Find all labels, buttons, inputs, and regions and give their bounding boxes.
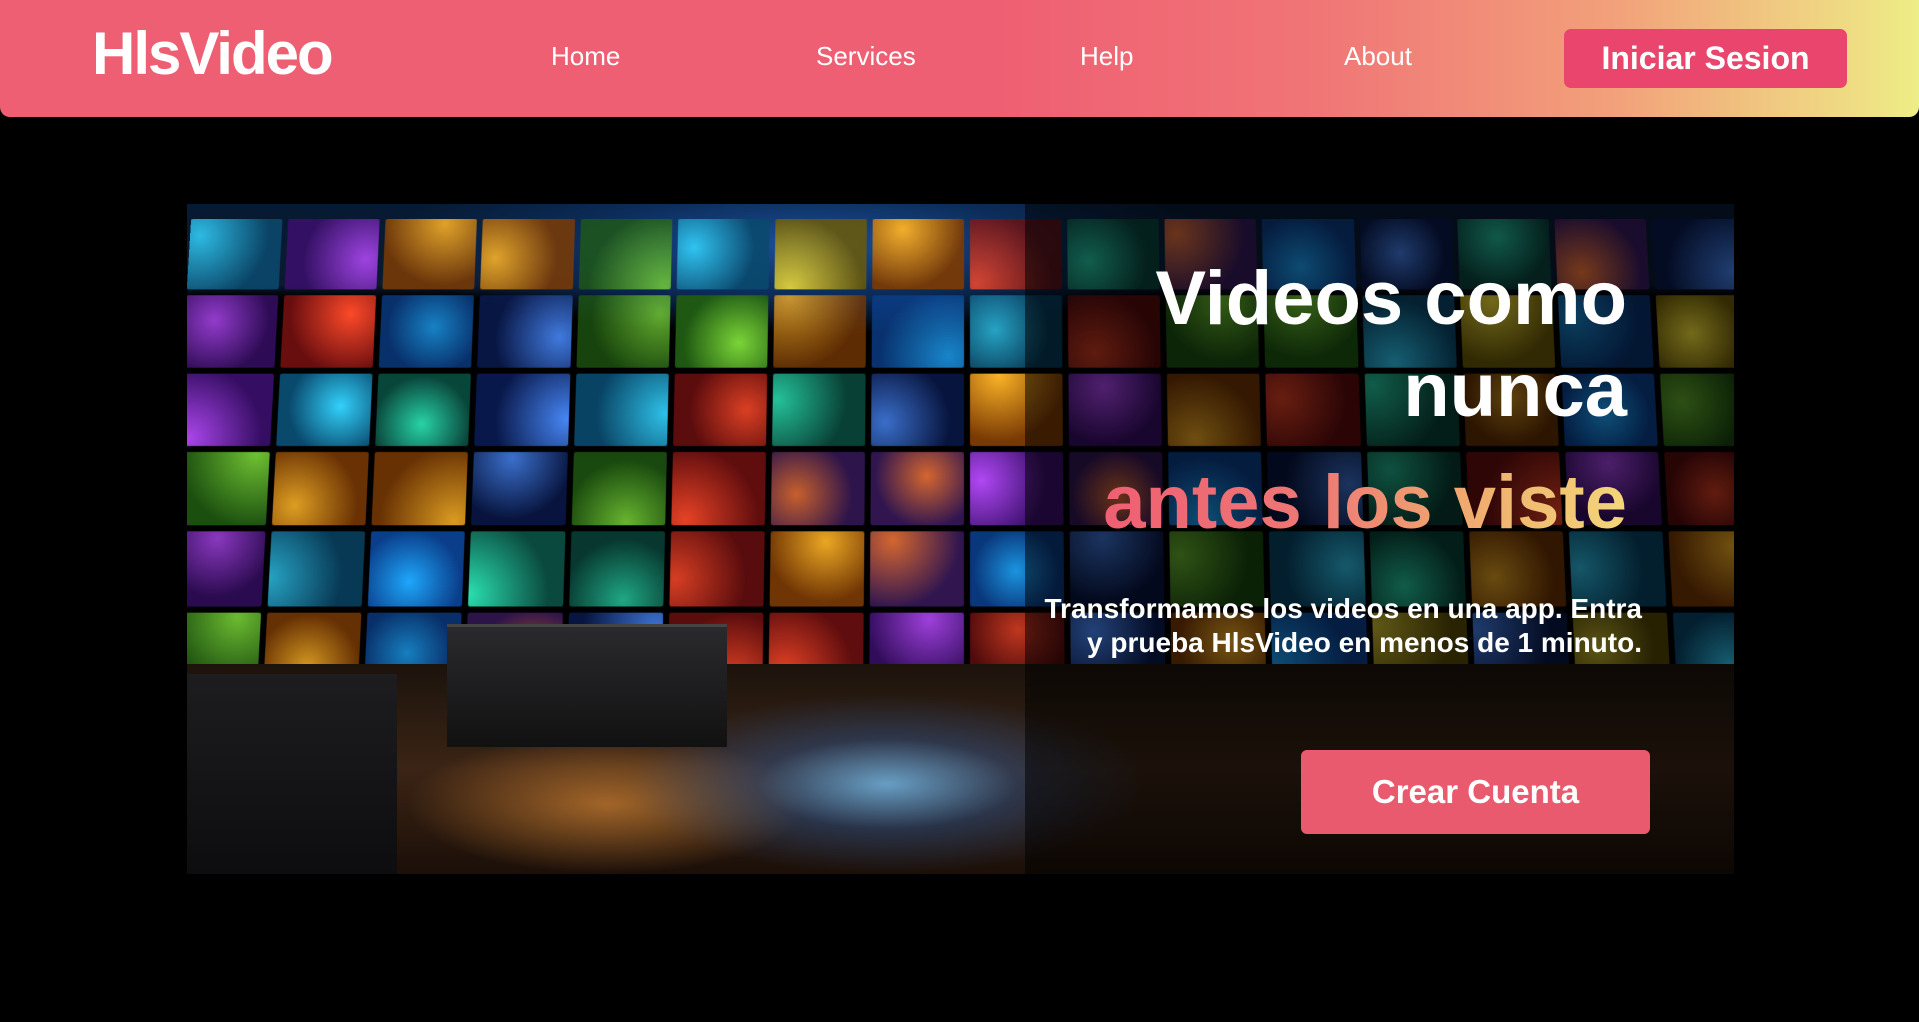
create-account-button[interactable]: Crear Cuenta: [1301, 750, 1650, 834]
video-wall-tile: [267, 531, 366, 607]
video-wall-tile: [187, 373, 275, 447]
video-wall-tile: [774, 218, 867, 290]
video-wall-tile: [477, 295, 573, 368]
video-wall-tile: [676, 218, 770, 290]
nav-link-help[interactable]: Help: [1080, 38, 1133, 74]
video-wall-tile: [371, 451, 469, 526]
video-wall-tile: [771, 373, 866, 447]
hero-headline-line1: Videos como: [1155, 256, 1627, 341]
nav-link-services[interactable]: Services: [816, 38, 916, 74]
video-wall-tile: [272, 451, 370, 526]
video-wall-tile: [187, 451, 270, 526]
video-wall-tile: [769, 531, 865, 607]
video-wall-tile: [375, 373, 472, 447]
video-wall-tile: [280, 295, 377, 368]
desk-illustration: [447, 624, 727, 747]
login-button[interactable]: Iniciar Sesion: [1564, 29, 1847, 88]
hero-subtitle: Transformamos los videos en una app. Ent…: [1044, 593, 1643, 658]
video-wall-tile: [772, 295, 867, 368]
video-wall-tile: [669, 531, 765, 607]
video-wall-tile: [276, 373, 373, 447]
video-wall-tile: [474, 373, 570, 447]
video-wall-tile: [870, 373, 965, 447]
top-navbar: HlsVideo Home Services Help About Inicia…: [0, 0, 1919, 117]
hero-headline-line2: nunca: [1403, 348, 1627, 433]
video-wall-tile: [284, 218, 380, 290]
video-wall-tile: [480, 218, 575, 290]
video-wall-tile: [571, 451, 667, 526]
cabinet-illustration: [187, 674, 397, 874]
nav-link-about[interactable]: About: [1344, 38, 1412, 74]
video-wall-tile: [872, 218, 965, 290]
video-wall-tile: [187, 218, 283, 290]
video-wall-tile: [379, 295, 475, 368]
hero-headline-gradient: antes los viste: [1103, 458, 1627, 548]
video-wall-tile: [670, 451, 766, 526]
video-wall-tile: [187, 531, 266, 607]
video-wall-tile: [674, 295, 769, 368]
video-wall-tile: [468, 531, 565, 607]
video-wall-tile: [471, 451, 568, 526]
brand-logo[interactable]: HlsVideo: [92, 18, 334, 90]
video-wall-tile: [368, 531, 466, 607]
nav-link-home[interactable]: Home: [551, 38, 620, 74]
video-wall-tile: [573, 373, 669, 447]
video-wall-tile: [770, 451, 865, 526]
video-wall-tile: [575, 295, 671, 368]
video-wall-tile: [871, 295, 965, 368]
video-wall-tile: [870, 451, 964, 526]
video-wall-tile: [187, 295, 279, 368]
video-wall-tile: [672, 373, 767, 447]
video-wall-tile: [568, 531, 665, 607]
video-wall-tile: [578, 218, 672, 290]
video-wall-tile: [382, 218, 478, 290]
video-wall-tile: [869, 531, 964, 607]
